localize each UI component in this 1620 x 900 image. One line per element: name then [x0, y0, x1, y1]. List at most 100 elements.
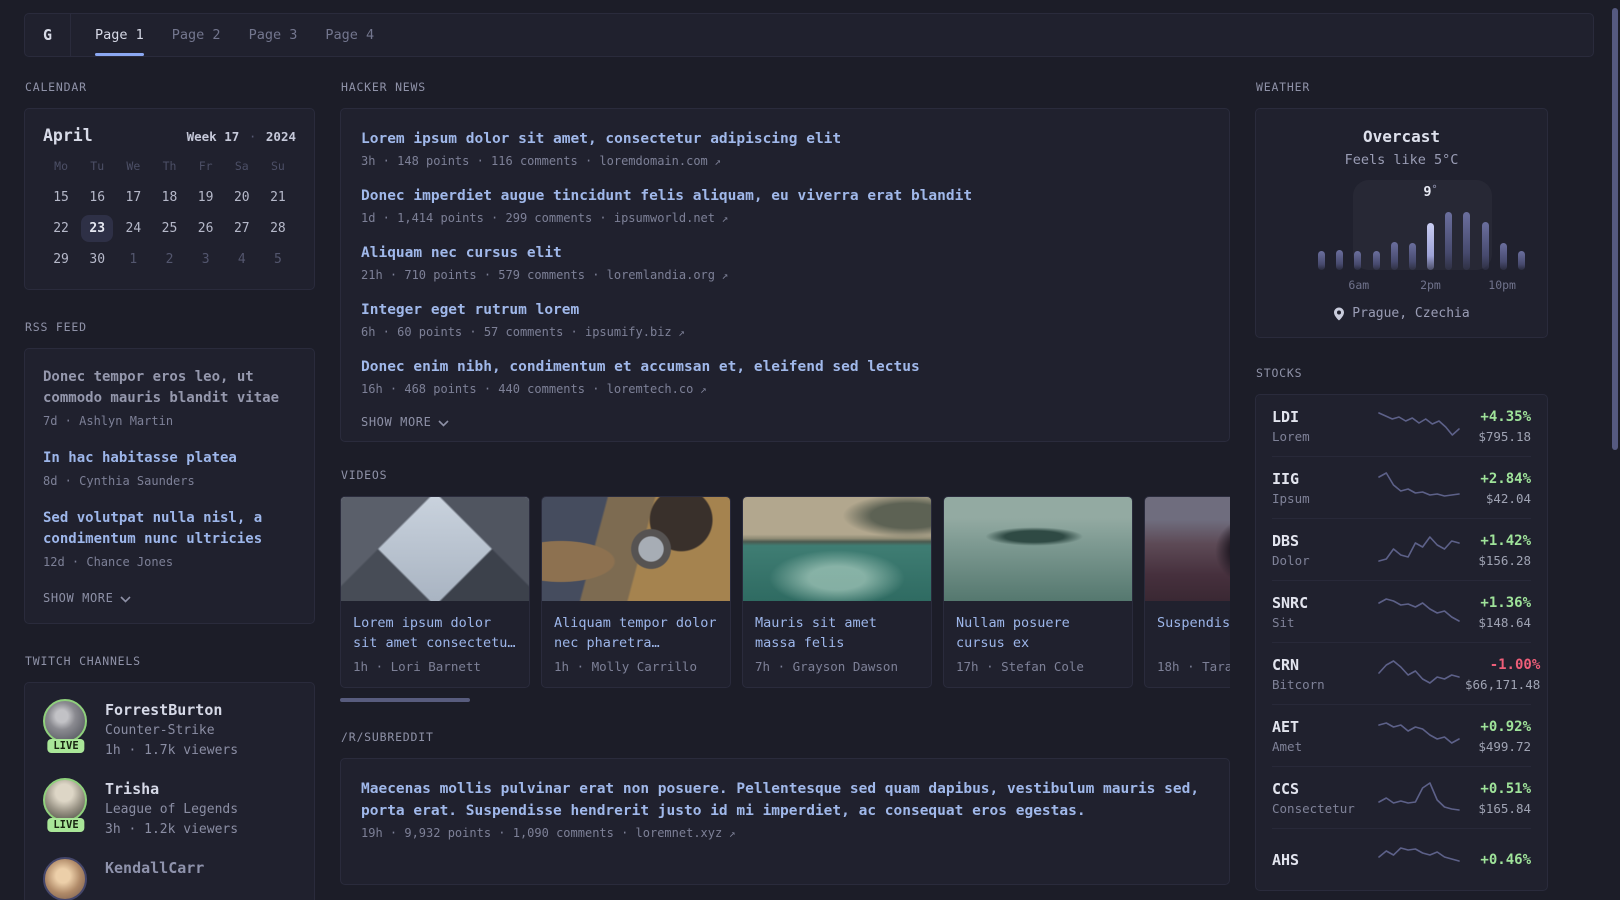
stock-ticker: DBS [1272, 531, 1300, 550]
stocks-widget: STOCKS LDI Lorem +4.35% $795.18 IIG Ipsum +2.8… [1255, 366, 1548, 891]
item-meta-text: 7d · Ashlyn Martin [43, 414, 174, 428]
hacker-news-item-title[interactable]: Integer eget rutrum lorem [361, 299, 1209, 321]
week-number: 17 [224, 129, 240, 144]
twitch-channel-row[interactable]: LIVE Trisha League of Legends 3h · 1.2k vie… [43, 778, 296, 840]
external-link-icon[interactable]: ↗ [715, 269, 729, 282]
stock-row[interactable]: AHS +0.46% [1272, 828, 1531, 890]
right-column: WEATHER Overcast Feels like 5°C 9° 6am 2p… [1255, 72, 1548, 900]
weather-axis-label: 6am [1348, 278, 1370, 292]
hacker-news-item-meta: 16h · 468 points · 440 comments · loremt… [361, 382, 1209, 396]
tabs: Page 1 Page 2 Page 3 Page 4 [81, 14, 388, 56]
show-more-button[interactable]: SHOW MORE [43, 589, 296, 609]
item-meta-text: 12d · Chance Jones [43, 555, 174, 569]
section-title: VIDEOS [341, 468, 388, 482]
weather-bar [1463, 212, 1471, 270]
twitch-card: LIVE ForrestBurton Counter-Strike 1h · 1.7k… [24, 682, 315, 900]
item-meta-text: 1d · 1,414 points · 299 comments · ipsum… [361, 211, 716, 225]
separator-dot: · [248, 129, 257, 144]
video-title: Suspendisse diam [1157, 615, 1230, 631]
videos-scrollbar-thumb[interactable] [340, 698, 470, 702]
channel-name: ForrestBurton [105, 701, 223, 719]
hacker-news-item-title[interactable]: Donec imperdiet augue tincidunt felis al… [361, 185, 1209, 207]
channel-meta: 1h · 1.7k viewers [105, 743, 239, 758]
hacker-news-item-title[interactable]: Aliquam nec cursus elit [361, 242, 1209, 264]
hacker-news-item-title[interactable]: Donec enim nibh, condimentum et accumsan… [361, 356, 1209, 378]
calendar-day: 5 [260, 244, 296, 275]
video-card-body: Nullam posuere cursus ex 17h · Stefan Col… [944, 601, 1132, 687]
video-card-body: Lorem ipsum dolor sit amet consectetu… 1h… [341, 601, 529, 687]
calendar-month: April [43, 126, 93, 145]
stock-change: +4.35% [1480, 408, 1531, 425]
hacker-news-item-title[interactable]: Lorem ipsum dolor sit amet, consectetur … [361, 128, 1209, 150]
stock-values: +1.42% $156.28 [1465, 531, 1531, 570]
stock-sparkline [1375, 468, 1465, 508]
hacker-news-widget: HACKER NEWS Lorem ipsum dolor sit amet, … [340, 80, 1230, 442]
stock-ticker: AET [1272, 717, 1300, 736]
stock-row[interactable]: DBS Dolor +1.42% $156.28 [1272, 518, 1531, 580]
stock-row[interactable]: IIG Ipsum +2.84% $42.04 [1272, 456, 1531, 518]
external-link-icon[interactable]: ↗ [693, 383, 707, 396]
stock-sparkline [1375, 592, 1465, 632]
video-card[interactable]: Mauris sit amet massa felis 7h · Grayson … [742, 496, 932, 688]
rss-item-title[interactable]: Donec tempor eros leo, ut commodo mauris… [43, 367, 296, 409]
avatar-wrap: LIVE [43, 699, 89, 753]
video-thumbnail [743, 497, 931, 601]
tab-page-4[interactable]: Page 4 [311, 14, 388, 56]
stock-change: +2.84% [1480, 470, 1531, 487]
video-card[interactable]: Suspendisse diam 18h · Tara [1144, 496, 1230, 688]
tab-page-3[interactable]: Page 3 [235, 14, 312, 56]
external-link-icon[interactable]: ↗ [715, 212, 729, 225]
hacker-news-item: Integer eget rutrum lorem 6h · 60 points … [361, 299, 1209, 339]
location-text: Prague, Czechia [1352, 306, 1470, 321]
weather-bar [1481, 222, 1489, 270]
external-link-icon[interactable]: ↗ [722, 827, 736, 840]
stock-info: AHS [1272, 850, 1375, 871]
section-title: RSS FEED [25, 320, 87, 334]
tab-page-1[interactable]: Page 1 [81, 14, 158, 56]
stock-row[interactable]: CRN Bitcorn -1.00% $66,171.48 [1272, 642, 1540, 704]
hacker-news-item-meta: 3h · 148 points · 116 comments · loremdo… [361, 154, 1209, 168]
video-card[interactable]: Lorem ipsum dolor sit amet consectetu… 1h… [340, 496, 530, 688]
video-card[interactable]: Nullam posuere cursus ex 17h · Stefan Col… [943, 496, 1133, 688]
stock-row[interactable]: AET Amet +0.92% $499.72 [1272, 704, 1531, 766]
rss-item-title[interactable]: Sed volutpat nulla nisl, a condimentum n… [43, 508, 296, 550]
show-more-button[interactable]: SHOW MORE [361, 413, 1209, 433]
section-title: /R/SUBREDDIT [341, 730, 434, 744]
twitch-channel-row[interactable]: KendallCarr [43, 857, 296, 900]
calendar-week-label: Week 17 · 2024 [187, 129, 296, 144]
page-scrollbar-thumb[interactable] [1612, 8, 1618, 450]
external-link-icon[interactable]: ↗ [708, 155, 721, 168]
sparkline-chart [1378, 472, 1460, 497]
rss-item: In hac habitasse platea 8d · Cynthia Saun… [43, 448, 296, 491]
sparkline-chart [1378, 722, 1460, 744]
weather-bar-current [1427, 223, 1435, 270]
calendar-day: 21 [260, 182, 296, 213]
calendar-day-number: 16 [89, 190, 106, 205]
video-card[interactable]: Aliquam tempor dolor nec pharetra… 1h · M… [541, 496, 731, 688]
calendar-day-number: 25 [161, 221, 178, 236]
rss-item-title[interactable]: In hac habitasse platea [43, 448, 296, 469]
stock-ticker: IIG [1272, 469, 1300, 488]
channel-info: KendallCarr [105, 857, 204, 900]
calendar-day-number: 18 [161, 190, 178, 205]
calendar-day: 20 [224, 182, 260, 213]
stock-row[interactable]: CCS Consectetur +0.51% $165.84 [1272, 766, 1531, 828]
weather-condition: Overcast [1362, 127, 1441, 146]
stock-info: SNRC Sit [1272, 593, 1375, 632]
calendar-day: 29 [43, 244, 79, 275]
stock-values: +1.36% $148.64 [1465, 593, 1531, 632]
calendar-weekday: Fr [198, 159, 213, 173]
stock-row[interactable]: SNRC Sit +1.36% $148.64 [1272, 580, 1531, 642]
calendar-day: 24 [115, 213, 151, 244]
subreddit-post-title[interactable]: Maecenas mollis pulvinar erat non posuer… [361, 778, 1209, 822]
weather-bar [1336, 250, 1344, 270]
stock-ticker: AHS [1272, 850, 1300, 869]
tab-page-2[interactable]: Page 2 [158, 14, 235, 56]
stock-price: $66,171.48 [1465, 676, 1541, 692]
external-link-icon[interactable]: ↗ [672, 326, 685, 339]
calendar-day-number: 19 [197, 190, 214, 205]
stock-name: Ipsum [1272, 490, 1310, 506]
twitch-channel-row[interactable]: LIVE ForrestBurton Counter-Strike 1h · 1.7k… [43, 699, 296, 761]
hacker-news-item: Aliquam nec cursus elit 21h · 710 points … [361, 242, 1209, 282]
stock-row[interactable]: LDI Lorem +4.35% $795.18 [1272, 395, 1531, 456]
